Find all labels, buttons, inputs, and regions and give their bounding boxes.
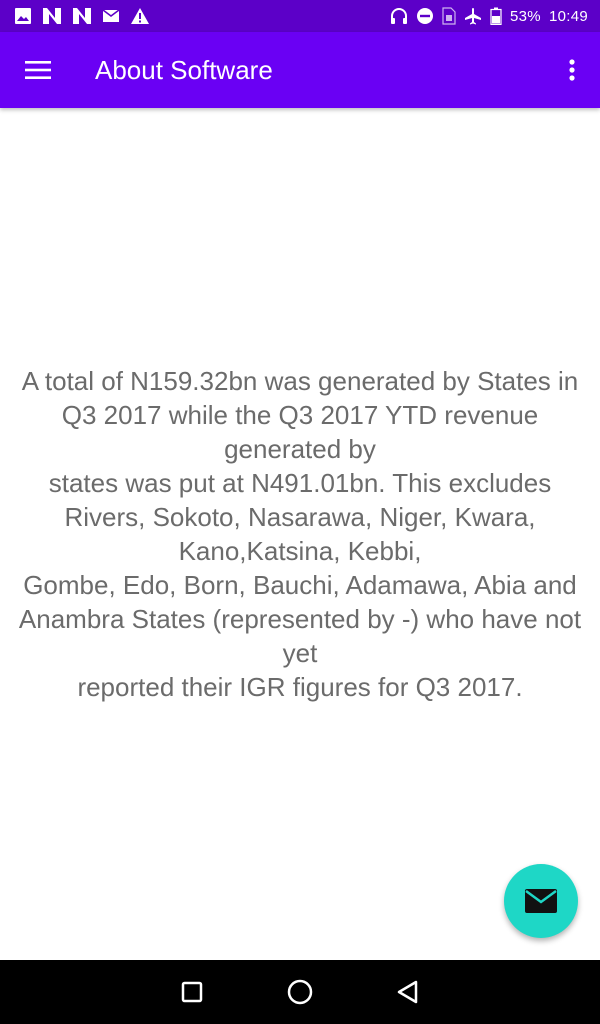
back-triangle-icon[interactable]	[354, 960, 462, 1024]
warning-icon	[130, 6, 150, 26]
app-bar: About Software	[0, 32, 600, 108]
home-circle-icon[interactable]	[246, 960, 354, 1024]
n-app-icon	[42, 6, 62, 26]
airplane-icon	[464, 6, 482, 26]
about-description: A total of N159.32bn was generated by St…	[18, 366, 582, 702]
n-app-icon	[72, 6, 92, 26]
email-icon	[524, 888, 558, 914]
about-content: A total of N159.32bn was generated by St…	[0, 108, 600, 960]
recents-square-icon[interactable]	[138, 960, 246, 1024]
sim-icon	[442, 6, 456, 26]
headphones-icon	[390, 6, 408, 26]
page-title: About Software	[95, 54, 273, 85]
battery-icon	[490, 6, 502, 26]
status-bar-system: 53% 10:49	[382, 6, 588, 26]
clock: 10:49	[548, 7, 588, 25]
mail-muted-icon	[102, 6, 120, 26]
hamburger-menu-icon[interactable]	[0, 32, 76, 108]
more-vert-icon[interactable]	[544, 32, 600, 108]
image-icon	[14, 6, 32, 26]
battery-percent: 53%	[510, 7, 541, 25]
status-bar: 53% 10:49	[0, 0, 600, 32]
status-bar-notifications	[14, 6, 160, 26]
do-not-disturb-icon	[416, 6, 434, 26]
system-nav-bar	[0, 960, 600, 1024]
email-fab-button[interactable]	[504, 864, 578, 938]
